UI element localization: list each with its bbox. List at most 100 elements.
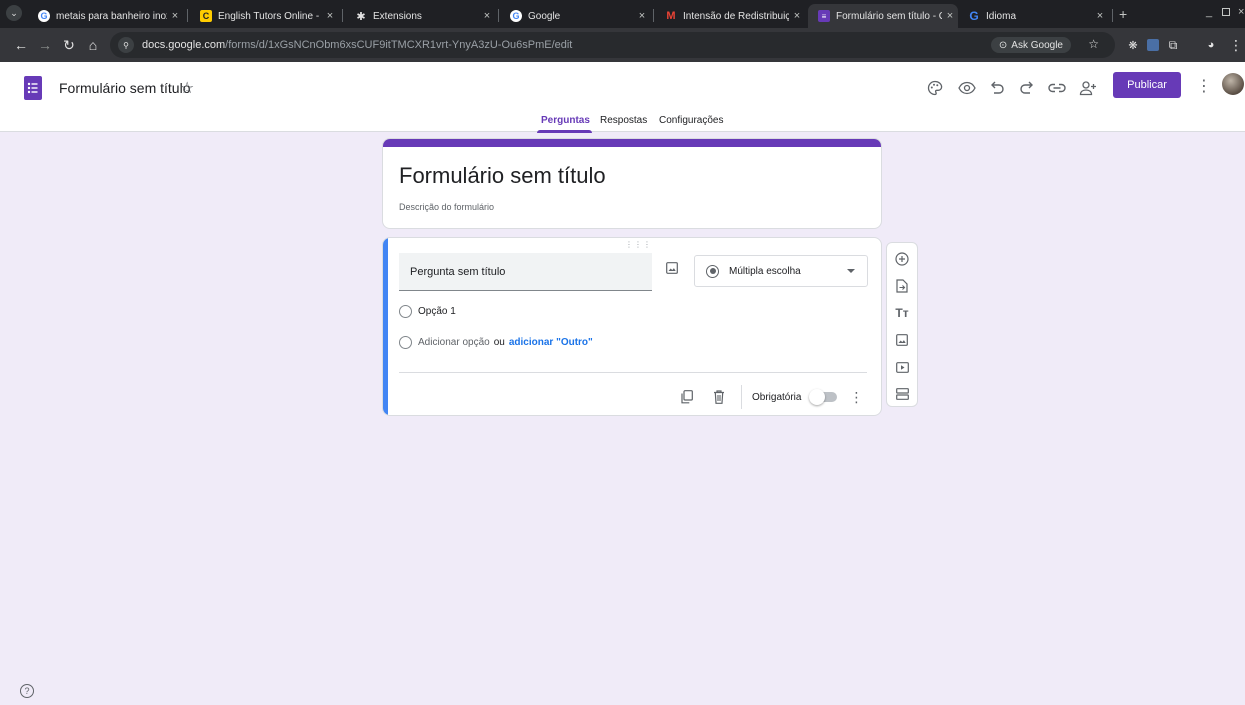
close-tab-icon[interactable]: × [634, 10, 650, 22]
tab-separator [187, 9, 188, 22]
browser-toolbar: ← → ↻ ⌂ ⚲ docs.google.com/forms/d/1xGsNC… [0, 28, 1245, 62]
puzzle-icon: ✱ [356, 10, 366, 23]
cambly-favicon-icon: C [200, 10, 212, 22]
radio-icon [399, 305, 412, 318]
publish-button[interactable]: Publicar [1113, 72, 1181, 98]
tab-search-icon[interactable]: ⌄ [6, 5, 22, 21]
add-image-icon[interactable] [666, 262, 678, 274]
new-tab-button[interactable]: + [1119, 6, 1127, 22]
toggle-knob [809, 389, 826, 405]
tab-separator [342, 9, 343, 22]
extensions-puzzle-icon[interactable]: ⧉ [1161, 33, 1185, 57]
address-bar[interactable]: ⚲ docs.google.com/forms/d/1xGsNCnObm6xsC… [110, 32, 1115, 58]
question-card[interactable]: ⋮⋮⋮ Pergunta sem título Múltipla escolha… [382, 237, 882, 416]
option-row[interactable]: Opção 1 [399, 305, 456, 318]
google-forms-logo-icon[interactable] [24, 76, 42, 100]
undo-icon[interactable] [985, 78, 1009, 98]
google-favicon-icon: G [38, 10, 50, 22]
question-more-icon[interactable]: ⋮ [849, 389, 863, 406]
account-avatar[interactable] [1222, 73, 1244, 95]
ask-google-button[interactable]: ⊙ Ask Google [990, 37, 1071, 53]
url-text[interactable]: docs.google.com/forms/d/1xGsNCnObm6xsCUF… [142, 39, 572, 51]
browser-tab[interactable]: G Google × [500, 4, 650, 28]
add-option-link[interactable]: Adicionar opção [418, 337, 490, 348]
or-text: ou [493, 337, 505, 348]
site-info-icon[interactable]: ⚲ [118, 37, 134, 53]
tab-separator [498, 9, 499, 22]
google-favicon-icon: G [510, 10, 522, 22]
tab-configuracoes[interactable]: Configurações [659, 115, 723, 126]
add-question-icon[interactable] [892, 249, 912, 269]
drag-handle-icon[interactable]: ⋮⋮⋮ [625, 240, 652, 249]
google-g-icon: G [969, 9, 979, 23]
radio-icon [399, 336, 412, 349]
add-video-icon[interactable] [892, 357, 912, 377]
redo-icon[interactable] [1015, 78, 1039, 98]
radio-selected-icon [706, 264, 719, 278]
reload-icon[interactable]: ↻ [57, 33, 81, 57]
bookmark-star-icon[interactable]: ☆ [1088, 37, 1099, 51]
card-divider [399, 372, 867, 373]
form-description[interactable]: Descrição do formulário [399, 202, 494, 212]
gmail-favicon-icon: M [666, 10, 676, 22]
browser-tab[interactable]: C English Tutors Online - Camb × [190, 4, 338, 28]
browser-tab-active[interactable]: ≡ Formulário sem título - Goog × [808, 4, 958, 28]
question-footer: Obrigatória ⋮ [681, 385, 863, 409]
add-title-text-icon[interactable]: Tт [892, 303, 912, 323]
close-tab-icon[interactable]: × [479, 10, 495, 22]
tab-separator [653, 9, 654, 22]
back-arrow-icon[interactable]: ← [9, 33, 33, 57]
active-tab-indicator [537, 130, 592, 133]
tab-perguntas[interactable]: Perguntas [541, 115, 590, 126]
add-image-icon[interactable] [892, 330, 912, 350]
more-options-icon[interactable]: ⋮ [1196, 76, 1212, 96]
home-icon[interactable]: ⌂ [81, 33, 105, 57]
star-icon[interactable]: ☆ [180, 78, 194, 98]
footer-divider [741, 385, 742, 409]
question-type-label: Múltipla escolha [729, 265, 801, 277]
add-other-link[interactable]: adicionar "Outro" [509, 337, 593, 348]
form-title[interactable]: Formulário sem título [399, 163, 606, 189]
close-tab-icon[interactable]: × [789, 10, 805, 22]
form-title-card[interactable]: Formulário sem título Descrição do formu… [382, 138, 882, 229]
document-title[interactable]: Formulário sem título [59, 80, 190, 96]
card-accent-bar [383, 139, 881, 147]
browser-menu-icon[interactable]: ⋮ [1224, 33, 1245, 57]
browser-tab[interactable]: ✱ Extensions × [345, 4, 495, 28]
chevron-down-icon [847, 269, 855, 273]
required-label: Obrigatória [752, 391, 802, 403]
forms-favicon-icon: ≡ [818, 10, 830, 22]
tab-respostas[interactable]: Respostas [600, 115, 647, 126]
profile-icon[interactable]: ◕ [1199, 33, 1223, 57]
option-label[interactable]: Opção 1 [418, 306, 456, 317]
tab-separator [1112, 9, 1113, 22]
add-option-row[interactable]: Adicionar opção ou adicionar "Outro" [399, 336, 593, 349]
forward-arrow-icon[interactable]: → [33, 33, 57, 57]
add-collaborator-icon[interactable] [1076, 78, 1100, 98]
restore-icon[interactable] [1222, 8, 1230, 16]
browser-tab-strip: ⌄ G metais para banheiro inox - G × C En… [0, 0, 1245, 28]
palette-icon[interactable] [923, 78, 947, 98]
help-icon[interactable]: ? [20, 684, 34, 698]
browser-tab[interactable]: M Intensão de Redistribuição/F × [655, 4, 805, 28]
close-tab-icon[interactable]: × [1092, 10, 1108, 22]
close-tab-icon[interactable]: × [167, 10, 183, 22]
question-title-input[interactable]: Pergunta sem título [399, 253, 652, 291]
close-tab-icon[interactable]: × [322, 10, 338, 22]
import-questions-icon[interactable] [892, 276, 912, 296]
preview-eye-icon[interactable] [955, 78, 979, 98]
question-type-dropdown[interactable]: Múltipla escolha [694, 255, 868, 287]
browser-tab[interactable]: G metais para banheiro inox - G × [28, 4, 183, 28]
duplicate-icon[interactable] [681, 390, 693, 404]
close-tab-icon[interactable]: × [942, 10, 958, 22]
minimize-icon[interactable]: _ [1206, 6, 1212, 18]
active-question-indicator [383, 238, 388, 415]
link-icon[interactable] [1045, 78, 1069, 98]
add-section-icon[interactable] [892, 384, 912, 404]
required-toggle[interactable] [809, 389, 838, 405]
floating-toolbox: Tт [886, 242, 918, 407]
browser-tab[interactable]: G Idioma × [958, 4, 1108, 28]
lens-icon: ⊙ [998, 39, 1008, 51]
close-window-icon[interactable]: × [1238, 6, 1244, 18]
delete-trash-icon[interactable] [713, 390, 725, 404]
